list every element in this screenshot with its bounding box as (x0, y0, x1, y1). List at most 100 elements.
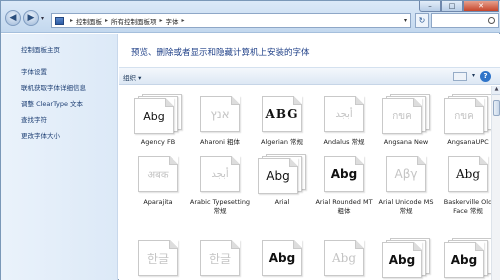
font-item[interactable]: Abg (437, 238, 491, 278)
font-preview: Abg (266, 169, 290, 183)
font-file-icon: أبجد (320, 94, 368, 134)
font-name: Algerian 常规 (260, 138, 304, 146)
breadcrumb-control-panel[interactable]: 控制面板 (76, 16, 102, 26)
font-preview: أبجد (211, 168, 229, 180)
font-preview: 한글 (208, 251, 232, 266)
font-item[interactable]: กขค Angsana New (375, 94, 437, 147)
control-panel-home-link[interactable]: 控制面板主页 (21, 44, 117, 54)
font-item[interactable]: أبجد Arabic Typesetting 常规 (189, 154, 251, 216)
font-item[interactable]: Abg (313, 238, 375, 278)
change-font-size-link[interactable]: 更改字体大小 (21, 130, 117, 140)
cleartype-link[interactable]: 调整 ClearType 文本 (21, 98, 117, 108)
address-dropdown-icon[interactable]: ▾ (404, 17, 407, 24)
font-file-icon: ABG (258, 94, 306, 134)
scroll-thumb[interactable] (493, 100, 500, 116)
font-family-icon: Abg (258, 154, 306, 194)
font-name: AngsanaUPC (447, 138, 489, 146)
font-item[interactable]: กขค AngsanaUPC (437, 94, 491, 147)
title-bar: ◀ ▶ ▾ ▸ 控制面板 ▸ 所有控制面板项 ▸ 字体 ▸ ▾ ↻ – □ ✕ (1, 1, 500, 33)
font-grid: Abg Agency FB אנץ Aharoni 粗体 ABG Algeria… (119, 86, 491, 280)
font-family-icon: กขค (444, 94, 491, 134)
font-file-icon: 한글 (134, 238, 182, 278)
chevron-right-icon[interactable]: ▸ (105, 17, 108, 24)
font-preview: กขค (392, 110, 412, 122)
font-preview: Abg (450, 253, 478, 267)
font-preview: Abg (143, 109, 165, 123)
font-preview: 한글 (146, 251, 170, 266)
font-settings-link[interactable]: 字体设置 (21, 66, 117, 76)
font-file-icon: Αβγ (382, 154, 430, 194)
refresh-button[interactable]: ↻ (415, 13, 429, 28)
font-family-icon: Abg (134, 94, 182, 134)
font-family-icon: กขค (382, 94, 430, 134)
font-item[interactable]: ABG Algerian 常规 (251, 94, 313, 147)
font-item[interactable]: Αβγ Arial Unicode MS 常规 (375, 154, 437, 216)
font-file-icon: अबक (134, 154, 182, 194)
font-preview: أبجد (335, 108, 353, 120)
font-name: Andalus 常规 (323, 138, 365, 146)
font-name: Aharoni 粗体 (199, 138, 241, 146)
breadcrumb-all-items[interactable]: 所有控制面板项 (111, 16, 157, 26)
font-item[interactable]: Abg Agency FB (127, 94, 189, 147)
font-preview: Abg (268, 251, 296, 265)
font-preview: Abg (455, 167, 481, 181)
font-item[interactable]: אנץ Aharoni 粗体 (189, 94, 251, 147)
close-button[interactable]: ✕ (463, 1, 499, 12)
minimize-button[interactable]: – (419, 1, 441, 12)
maximize-button[interactable]: □ (441, 1, 463, 12)
chevron-right-icon[interactable]: ▸ (182, 17, 185, 24)
character-map-link[interactable]: 查找字符 (21, 114, 117, 124)
search-input[interactable] (431, 13, 499, 28)
breadcrumb-fonts[interactable]: 字体 (166, 16, 179, 26)
main-content: 预览、删除或者显示和隐藏计算机上安装的字体 组织 ▾ ▾ ? Abg Agenc… (119, 34, 500, 280)
font-preview: अबक (147, 170, 169, 181)
organize-button[interactable]: 组织 ▾ (123, 72, 141, 82)
fonts-window: ◀ ▶ ▾ ▸ 控制面板 ▸ 所有控制面板项 ▸ 字体 ▸ ▾ ↻ – □ ✕ … (0, 0, 500, 280)
font-preview: ABG (265, 107, 299, 121)
font-item[interactable]: Abg Arial (251, 154, 313, 207)
history-dropdown[interactable]: ▾ (41, 15, 47, 22)
font-family-icon: Abg (382, 238, 430, 278)
search-icon (488, 17, 495, 24)
font-item[interactable]: Abg Arial Rounded MT 粗体 (313, 154, 375, 216)
font-name: Arial Unicode MS 常规 (378, 198, 434, 215)
online-font-info-link[interactable]: 联机获取字体详细信息 (21, 82, 117, 92)
font-file-icon: Abg (320, 238, 368, 278)
font-preview: Abg (388, 253, 416, 267)
font-preview: Αβγ (394, 167, 418, 181)
font-name: Aparajita (143, 198, 173, 206)
chevron-right-icon: ▸ (70, 17, 74, 24)
font-item[interactable]: أبجد Andalus 常规 (313, 94, 375, 147)
address-bar[interactable]: ▸ 控制面板 ▸ 所有控制面板项 ▸ 字体 ▸ ▾ (51, 13, 411, 28)
font-file-icon: 한글 (196, 238, 244, 278)
font-item[interactable]: अबक Aparajita (127, 154, 189, 207)
font-family-icon: Abg (444, 238, 491, 278)
task-pane: 控制面板主页 字体设置 联机获取字体详细信息 调整 ClearType 文本 查… (1, 34, 118, 280)
vertical-scrollbar[interactable]: ▲ (491, 86, 500, 280)
help-icon[interactable]: ? (480, 71, 491, 82)
font-name: Arial (274, 198, 290, 206)
change-view-button[interactable] (453, 72, 467, 81)
font-file-icon: أبجد (196, 154, 244, 194)
page-title: 预览、删除或者显示和隐藏计算机上安装的字体 (131, 48, 310, 58)
scroll-up-icon[interactable]: ▲ (492, 86, 500, 95)
font-file-icon: Abg (258, 238, 306, 278)
font-item[interactable]: 한글 (127, 238, 189, 278)
font-name: Arial Rounded MT 粗体 (315, 198, 373, 215)
font-item[interactable]: Abg (375, 238, 437, 278)
view-options-icon[interactable]: ▾ (472, 72, 475, 79)
window-controls: – □ ✕ (419, 1, 499, 12)
font-item[interactable]: Abg Baskerville Old Face 常规 (437, 154, 491, 216)
font-preview: Abg (330, 167, 358, 181)
forward-button[interactable]: ▶ (23, 10, 39, 26)
chevron-right-icon[interactable]: ▸ (160, 17, 163, 24)
font-name: Arabic Typesetting 常规 (189, 198, 251, 215)
font-preview: אנץ (210, 107, 230, 121)
font-file-icon: Abg (320, 154, 368, 194)
font-name: Baskerville Old Face 常规 (443, 198, 491, 215)
font-file-icon: אנץ (196, 94, 244, 134)
back-button[interactable]: ◀ (5, 10, 21, 26)
font-item[interactable]: 한글 (189, 238, 251, 278)
font-preview: Abg (331, 251, 357, 265)
font-item[interactable]: Abg (251, 238, 313, 278)
